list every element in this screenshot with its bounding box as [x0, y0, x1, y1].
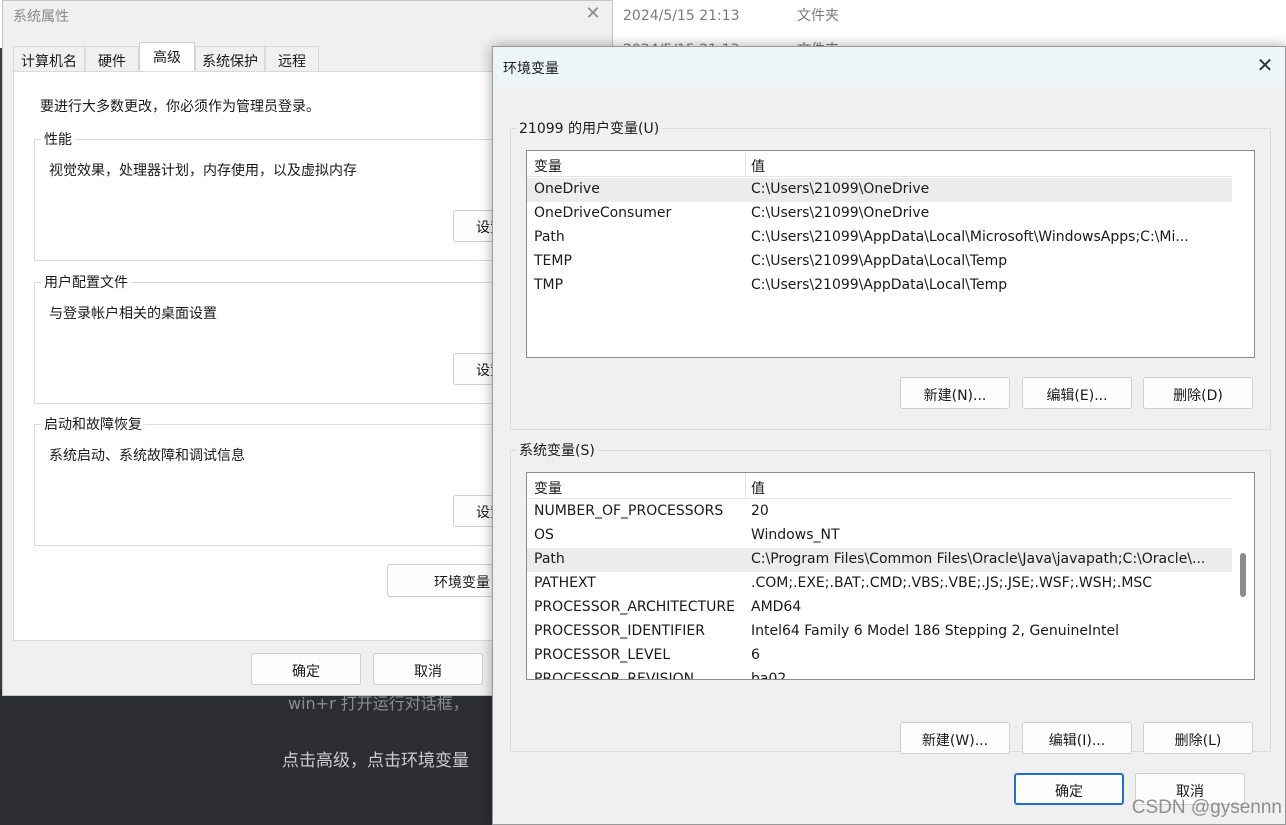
user-new-button[interactable]: 新建(N)...: [900, 377, 1010, 409]
variable-name: TMP: [534, 277, 564, 293]
variable-name: TEMP: [534, 253, 572, 269]
system-edit-button[interactable]: 编辑(I)...: [1022, 722, 1132, 754]
tab-system-protection[interactable]: 系统保护: [195, 46, 265, 71]
table-row[interactable]: NUMBER_OF_PROCESSORS 20: [527, 500, 1232, 524]
table-row[interactable]: PROCESSOR_IDENTIFIER Intel64 Family 6 Mo…: [527, 620, 1232, 644]
variable-name: OS: [534, 527, 554, 543]
table-row[interactable]: PATHEXT .COM;.EXE;.BAT;.CMD;.VBS;.VBE;.J…: [527, 572, 1232, 596]
dialog-title: 环境变量: [503, 61, 559, 77]
scrollbar-thumb[interactable]: [1240, 553, 1246, 597]
table-row[interactable]: PROCESSOR_LEVEL 6: [527, 644, 1232, 668]
variable-value: C:\Users\21099\AppData\Local\Microsoft\W…: [751, 229, 1189, 245]
article-text: 点击高级，点击环境变量: [282, 751, 469, 771]
dialog-title-bar: 环境变量 ✕: [493, 47, 1285, 87]
group-title: 启动和故障恢复: [41, 414, 145, 434]
user-variables-list[interactable]: 变量 值 OneDrive C:\Users\21099\OneDrive On…: [526, 150, 1255, 358]
tab-hardware[interactable]: 硬件: [85, 46, 139, 71]
file-row[interactable]: 2024/5/15 21:13 文件夹: [623, 5, 839, 25]
variable-value: C:\Users\21099\OneDrive: [751, 205, 930, 221]
group-title: 性能: [41, 129, 75, 149]
system-variables-group: 系统变量(S) 变量 值 NUMBER_OF_PROCESSORS 20 OS …: [510, 440, 1271, 754]
group-title: 用户配置文件: [41, 272, 131, 292]
watermark: CSDN @gysennn: [1131, 797, 1282, 818]
system-delete-button[interactable]: 删除(L): [1143, 722, 1253, 754]
table-row[interactable]: Path C:\Program Files\Common Files\Oracl…: [527, 548, 1232, 572]
variable-value: C:\Users\21099\OneDrive: [751, 181, 930, 197]
list-header: 变量 值: [527, 473, 1232, 499]
table-row[interactable]: OneDriveConsumer C:\Users\21099\OneDrive: [527, 202, 1232, 226]
environment-variables-dialog: 环境变量 ✕ 21099 的用户变量(U) 变量 值 OneDrive C:\U…: [492, 46, 1286, 825]
variable-name: PROCESSOR_ARCHITECTURE: [534, 599, 735, 615]
variable-name: PROCESSOR_IDENTIFIER: [534, 623, 705, 639]
variable-value: Intel64 Family 6 Model 186 Stepping 2, G…: [751, 623, 1120, 639]
user-delete-button[interactable]: 删除(D): [1143, 377, 1253, 409]
group-description: 与登录帐户相关的桌面设置: [49, 306, 217, 322]
variable-value: 20: [751, 503, 769, 519]
file-date: 2024/5/15 21:13: [623, 8, 740, 24]
variable-name: Path: [534, 551, 565, 567]
admin-note: 要进行大多数更改，你必须作为管理员登录。: [40, 99, 320, 115]
column-header-variable[interactable]: 变量: [534, 156, 562, 176]
variable-value: C:\Users\21099\AppData\Local\Temp: [751, 253, 1008, 269]
group-title: 21099 的用户变量(U): [516, 118, 663, 138]
variable-name: OneDrive: [534, 181, 600, 197]
user-variables-group: 21099 的用户变量(U) 变量 值 OneDrive C:\Users\21…: [510, 118, 1271, 430]
variable-name: PROCESSOR_LEVEL: [534, 647, 671, 663]
column-divider[interactable]: [745, 473, 746, 499]
variable-name: PATHEXT: [534, 575, 596, 591]
variable-value: C:\Users\21099\AppData\Local\Temp: [751, 277, 1008, 293]
ok-button[interactable]: 确定: [251, 653, 361, 685]
variable-name: Path: [534, 229, 565, 245]
tab-advanced[interactable]: 高级: [139, 42, 195, 72]
table-row[interactable]: Path C:\Users\21099\AppData\Local\Micros…: [527, 226, 1232, 250]
close-icon[interactable]: ✕: [1253, 53, 1277, 79]
system-new-button[interactable]: 新建(W)...: [900, 722, 1010, 754]
group-description: 视觉效果，处理器计划，内存使用，以及虚拟内存: [49, 163, 357, 179]
variable-value: 6: [751, 647, 760, 663]
list-header: 变量 值: [527, 151, 1232, 177]
cancel-button[interactable]: 取消: [373, 653, 483, 685]
table-row[interactable]: PROCESSOR_ARCHITECTURE AMD64: [527, 596, 1232, 620]
ok-button[interactable]: 确定: [1014, 773, 1124, 805]
column-header-value[interactable]: 值: [751, 478, 765, 498]
variable-value: Windows_NT: [751, 527, 840, 543]
variable-name: NUMBER_OF_PROCESSORS: [534, 503, 724, 519]
column-divider[interactable]: [745, 151, 746, 177]
group-description: 系统启动、系统故障和调试信息: [49, 448, 245, 464]
table-row[interactable]: PROCESSOR_REVISION ba02: [527, 668, 1232, 680]
dialog-title: 系统属性: [13, 9, 69, 25]
variable-value: AMD64: [751, 599, 802, 615]
tab-computer-name[interactable]: 计算机名: [13, 46, 85, 71]
file-type: 文件夹: [797, 8, 839, 24]
variable-value: .COM;.EXE;.BAT;.CMD;.VBS;.VBE;.JS;.JSE;.…: [751, 575, 1153, 591]
scrollbar[interactable]: [1232, 473, 1254, 679]
table-row[interactable]: OneDrive C:\Users\21099\OneDrive: [527, 178, 1232, 202]
tab-remote[interactable]: 远程: [265, 46, 319, 71]
variable-name: OneDriveConsumer: [534, 205, 672, 221]
close-icon[interactable]: ✕: [583, 3, 603, 27]
table-row[interactable]: TEMP C:\Users\21099\AppData\Local\Temp: [527, 250, 1232, 274]
user-edit-button[interactable]: 编辑(E)...: [1022, 377, 1132, 409]
table-row[interactable]: TMP C:\Users\21099\AppData\Local\Temp: [527, 274, 1232, 298]
column-header-variable[interactable]: 变量: [534, 478, 562, 498]
column-header-value[interactable]: 值: [751, 156, 765, 176]
system-variables-list[interactable]: 变量 值 NUMBER_OF_PROCESSORS 20 OS Windows_…: [526, 472, 1255, 680]
group-title: 系统变量(S): [516, 440, 598, 460]
table-row[interactable]: OS Windows_NT: [527, 524, 1232, 548]
article-background: win+r 打开运行对话框， 点击高级，点击环境变量: [0, 690, 500, 825]
variable-name: PROCESSOR_REVISION: [534, 671, 695, 680]
variable-value: ba02: [751, 671, 787, 680]
variable-value: C:\Program Files\Common Files\Oracle\Jav…: [751, 551, 1206, 567]
